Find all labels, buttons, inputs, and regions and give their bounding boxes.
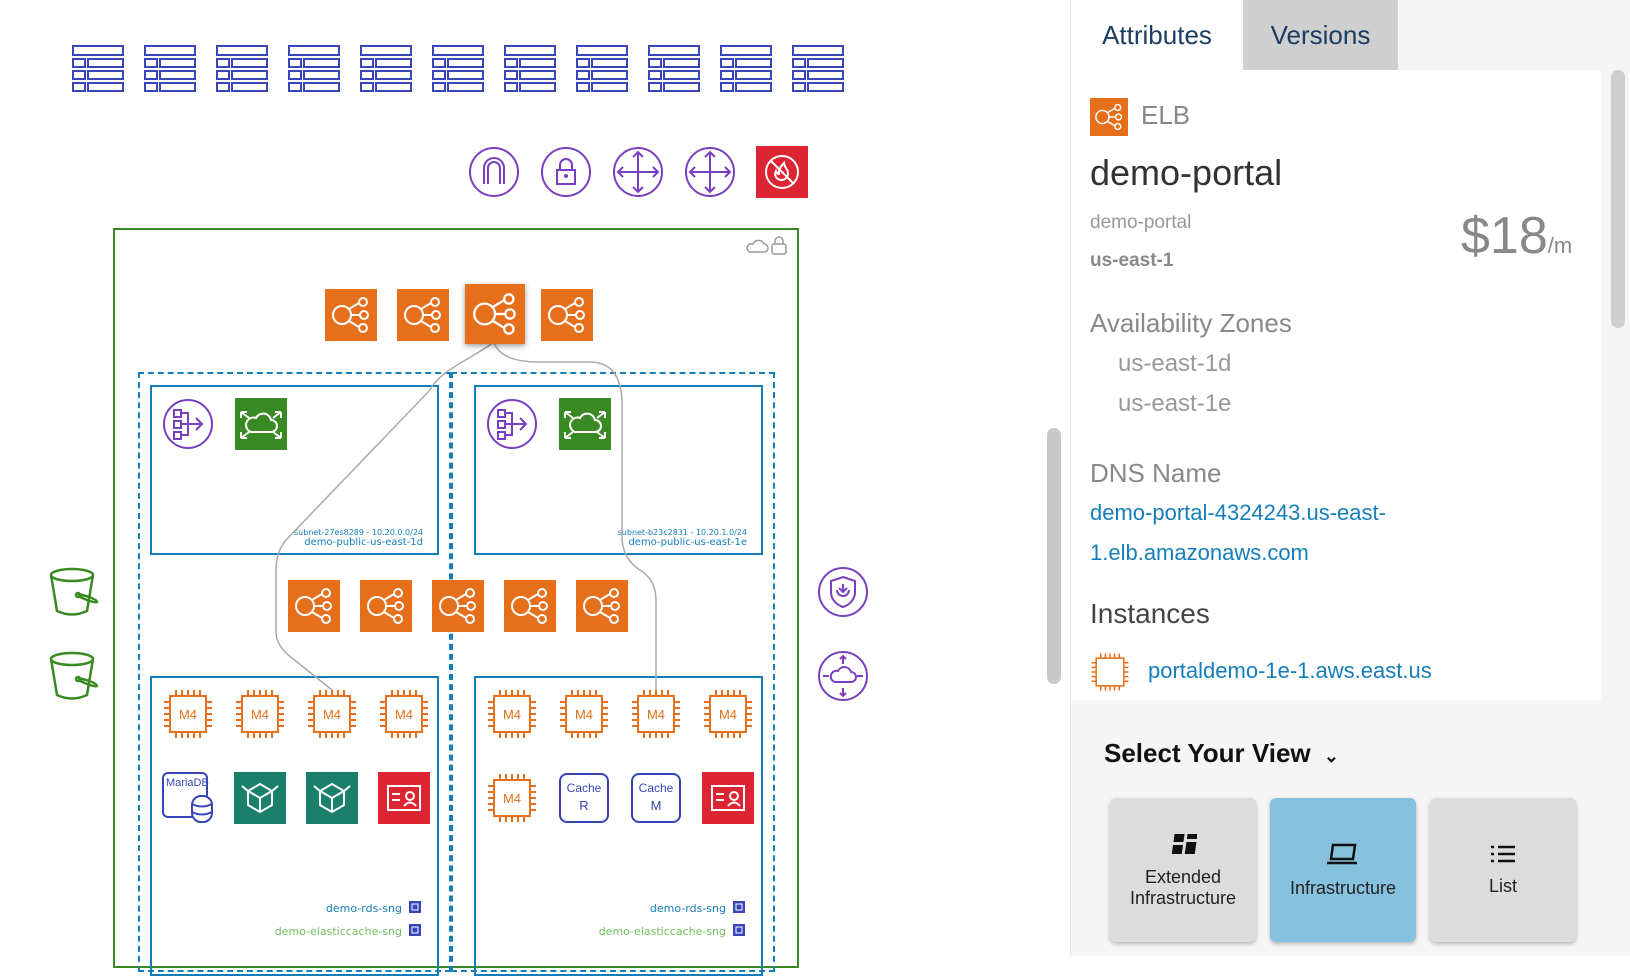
auto-scaling-icon[interactable] [235, 398, 287, 450]
view-option-label: Extended [1144, 867, 1222, 887]
nat-gateway-icon[interactable] [162, 398, 214, 450]
view-option-label: Infrastructure [1129, 888, 1237, 908]
elb-icon[interactable] [576, 580, 628, 632]
view-list-button[interactable]: List [1430, 798, 1576, 942]
resource-region: us-east-1 [1090, 250, 1174, 271]
elasticache-memcached-icon[interactable]: Cache M [630, 772, 682, 824]
container-icon[interactable] [306, 772, 358, 824]
ec2-instance-icon[interactable]: M4 [306, 688, 358, 740]
elb-icon[interactable] [288, 580, 340, 632]
ec2-instance-icon[interactable]: M4 [630, 688, 682, 740]
cloud-endpoint-icon[interactable] [817, 650, 869, 702]
elb-icon[interactable] [432, 580, 484, 632]
elb-icon-selected[interactable] [465, 284, 525, 344]
ec2-instance-icon[interactable]: M4 [486, 772, 538, 824]
s3-bucket-icon[interactable] [48, 566, 100, 618]
nat-gateway-icon[interactable] [486, 398, 538, 450]
elb-icon[interactable] [504, 580, 556, 632]
resource-name: demo-portal [1090, 152, 1283, 193]
view-selector-dropdown[interactable]: Select Your View ⌄ [1104, 738, 1339, 769]
subnet-group-icon [409, 924, 421, 936]
subnet-group-icon [409, 901, 421, 913]
auto-scaling-icon[interactable] [559, 398, 611, 450]
resource-type: ELB [1141, 100, 1191, 130]
availability-zone-item: us-east-1e [1118, 390, 1232, 417]
ec2-instance-icon[interactable]: M4 [558, 688, 610, 740]
ec2-instance-icon [1090, 652, 1130, 692]
s3-bucket-icon[interactable] [48, 650, 100, 702]
svg-text:M4: M4 [719, 707, 737, 722]
rds-subnet-group-label: demo-rds-sng [325, 902, 402, 915]
svg-text:M4: M4 [503, 707, 521, 722]
resource-id: demo-portal [1090, 212, 1192, 233]
elasticache-redis-icon[interactable]: Cache R [558, 772, 610, 824]
ec2-instance-icon[interactable]: M4 [162, 688, 214, 740]
attributes-card: ELB demo-portal demo-portal us-east-1 $1… [1071, 70, 1601, 700]
cache-subnet-group-label: demo-elasticcache-sng [598, 925, 726, 938]
view-selector-title: Select Your View [1104, 738, 1311, 768]
price-unit: /m [1547, 233, 1573, 258]
svg-text:M4: M4 [503, 791, 521, 806]
elb-icon[interactable] [325, 289, 377, 341]
container-icon[interactable] [234, 772, 286, 824]
chevron-down-icon: ⌄ [1323, 746, 1339, 766]
diagram-canvas[interactable]: subnet-27es8289 - 10.20.0.0/24 demo-publ… [0, 0, 1040, 976]
attributes-scrollbar[interactable] [1611, 70, 1625, 328]
price-amount: $18 [1461, 207, 1548, 265]
laptop-icon [1327, 843, 1357, 864]
svg-text:M4: M4 [323, 707, 341, 722]
ec2-instance-icon[interactable]: M4 [702, 688, 754, 740]
ec2-instance-icon[interactable]: M4 [234, 688, 286, 740]
svg-text:M4: M4 [575, 707, 593, 722]
svg-text:MariaDB: MariaDB [166, 777, 209, 789]
instance-link[interactable]: portaldemo-1e-1.aws.east.us [1148, 658, 1432, 684]
svg-text:Cache: Cache [567, 781, 602, 795]
list-icon [1491, 845, 1515, 862]
price: $18/m [1461, 206, 1572, 266]
view-option-label: Infrastructure [1289, 877, 1397, 898]
elb-icon[interactable] [397, 289, 449, 341]
svg-text:M4: M4 [179, 707, 197, 722]
svg-text:M4: M4 [251, 707, 269, 722]
svg-text:M4: M4 [647, 707, 665, 722]
identity-card-icon[interactable] [378, 772, 430, 824]
tab-attributes[interactable]: Attributes [1071, 0, 1243, 70]
dns-name-line1[interactable]: demo-portal-4324243.us-east- [1090, 500, 1386, 526]
dashboard-icon [1171, 834, 1197, 854]
rds-subnet-group-label: demo-rds-sng [649, 902, 726, 915]
svg-text:M: M [651, 798, 662, 813]
svg-text:Cache: Cache [639, 781, 674, 795]
mariadb-icon[interactable]: MariaDB [162, 772, 214, 824]
availability-zones-title: Availability Zones [1090, 308, 1292, 338]
elb-icon [1090, 98, 1128, 136]
elb-icon[interactable] [360, 580, 412, 632]
svg-text:M4: M4 [395, 707, 413, 722]
svg-text:R: R [579, 798, 588, 813]
cache-subnet-group-label: demo-elasticcache-sng [274, 925, 402, 938]
elb-icon[interactable] [541, 289, 593, 341]
ec2-instance-icon[interactable]: M4 [378, 688, 430, 740]
subnet-group-icon [733, 924, 745, 936]
view-option-label: List [1488, 875, 1517, 896]
subnet-group-icon [733, 901, 745, 913]
tab-versions[interactable]: Versions [1243, 0, 1398, 70]
view-extended-infrastructure-button[interactable]: Extended Infrastructure [1110, 798, 1256, 942]
view-infrastructure-button[interactable]: Infrastructure [1270, 798, 1416, 942]
availability-zone-item: us-east-1d [1118, 350, 1232, 377]
identity-card-icon[interactable] [702, 772, 754, 824]
shield-endpoint-icon[interactable] [817, 566, 869, 618]
canvas-scrollbar[interactable] [1047, 428, 1061, 684]
dns-name-title: DNS Name [1090, 458, 1222, 488]
details-panel: Attributes Versions ELB demo-portal demo… [1070, 0, 1630, 956]
instances-title: Instances [1090, 598, 1210, 629]
ec2-instance-icon[interactable]: M4 [486, 688, 538, 740]
dns-name-line2[interactable]: 1.elb.amazonaws.com [1090, 540, 1309, 566]
